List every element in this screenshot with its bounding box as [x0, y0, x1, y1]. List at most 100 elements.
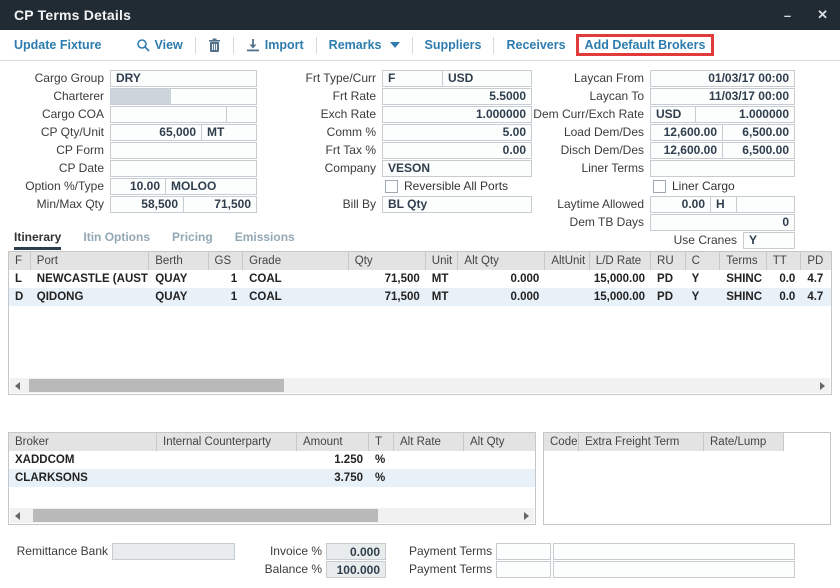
- payment-terms-label: Payment Terms: [409, 561, 492, 578]
- col-alt-rate[interactable]: Alt Rate: [394, 433, 464, 451]
- payment-terms-value-field[interactable]: [553, 543, 795, 560]
- option-pct-type-field[interactable]: 10.00MOLOO: [110, 178, 257, 195]
- charterer-field[interactable]: [110, 88, 257, 105]
- remittance-bank-label: Remittance Bank: [8, 543, 108, 560]
- col-alt-qty[interactable]: Alt Qty: [464, 433, 535, 451]
- liner-terms-field[interactable]: [650, 160, 795, 177]
- min-max-qty-field[interactable]: 58,50071,500: [110, 196, 257, 213]
- col-berth[interactable]: Berth: [149, 252, 208, 270]
- dem-curr-exch-label: Dem Curr/Exch Rate: [528, 107, 650, 121]
- tab-itin-options[interactable]: Itin Options: [83, 230, 150, 250]
- scroll-left-icon[interactable]: [10, 508, 25, 523]
- col-grade[interactable]: Grade: [243, 252, 349, 270]
- delete-button[interactable]: [208, 38, 221, 53]
- scroll-thumb[interactable]: [29, 379, 284, 392]
- form-column-middle: Frt Type/Curr FUSD Frt Rate 5.5000 Exch …: [290, 69, 535, 213]
- itinerary-row-load[interactable]: LNEWCASTLE (AUSTQUAY1COAL71,500MT0.00015…: [9, 270, 831, 288]
- scroll-left-icon[interactable]: [10, 378, 25, 393]
- view-button[interactable]: View: [136, 38, 183, 52]
- exch-rate-field[interactable]: 1.000000: [382, 106, 532, 123]
- dem-curr-exch-field[interactable]: USD1.000000: [650, 106, 795, 123]
- col-qty[interactable]: Qty: [349, 252, 426, 270]
- col-f[interactable]: F: [9, 252, 31, 270]
- cp-date-field[interactable]: [110, 160, 257, 177]
- cp-form-field[interactable]: [110, 142, 257, 159]
- col-pd[interactable]: PD: [801, 252, 831, 270]
- laycan-to-field[interactable]: 11/03/17 00:00: [650, 88, 795, 105]
- col-ld-rate[interactable]: L/D Rate: [590, 252, 651, 270]
- tab-itinerary[interactable]: Itinerary: [14, 230, 61, 250]
- frt-rate-field[interactable]: 5.5000: [382, 88, 532, 105]
- form-column-right: Laycan From 01/03/17 00:00 Laycan To 11/…: [528, 69, 796, 249]
- broker-header-row: Broker Internal Counterparty Amount T Al…: [9, 433, 535, 451]
- col-tt[interactable]: TT: [767, 252, 802, 270]
- laycan-from-field[interactable]: 01/03/17 00:00: [650, 70, 795, 87]
- itinerary-header-row: F Port Berth GS Grade Qty Unit Alt Qty A…: [9, 252, 831, 270]
- payment-terms-value-field[interactable]: [553, 561, 795, 578]
- cp-qty-field[interactable]: 65,000MT: [110, 124, 257, 141]
- col-port[interactable]: Port: [31, 252, 149, 270]
- search-icon: [136, 38, 150, 52]
- broker-row[interactable]: XADDCOM1.250%: [9, 451, 535, 469]
- tab-emissions[interactable]: Emissions: [235, 230, 295, 250]
- bill-by-field[interactable]: BL Qty: [382, 196, 532, 213]
- comm-pct-field[interactable]: 5.00: [382, 124, 532, 141]
- frt-type-curr-field[interactable]: FUSD: [382, 70, 532, 87]
- col-rate-lump[interactable]: Rate/Lump: [704, 433, 784, 451]
- itinerary-hscrollbar[interactable]: [10, 378, 830, 393]
- remarks-dropdown[interactable]: Remarks: [329, 38, 400, 52]
- form-column-left: Cargo Group DRY Charterer Cargo COA CP Q…: [8, 69, 258, 213]
- tab-pricing[interactable]: Pricing: [172, 230, 213, 250]
- col-broker[interactable]: Broker: [9, 433, 157, 451]
- disch-dem-des-label: Disch Dem/Des: [528, 143, 650, 157]
- liner-cargo-checkbox[interactable]: [653, 180, 666, 193]
- col-internal-counterparty[interactable]: Internal Counterparty: [157, 433, 297, 451]
- disch-dem-des-field[interactable]: 12,600.006,500.00: [650, 142, 795, 159]
- cargo-group-field[interactable]: DRY: [110, 70, 257, 87]
- comm-pct-label: Comm %: [290, 125, 382, 139]
- col-alt-qty[interactable]: Alt Qty: [458, 252, 545, 270]
- minimize-icon[interactable]: –: [784, 8, 791, 23]
- close-icon[interactable]: ✕: [817, 7, 828, 23]
- receivers-button[interactable]: Receivers: [506, 38, 565, 52]
- col-extra-freight-term[interactable]: Extra Freight Term: [579, 433, 704, 451]
- broker-row[interactable]: CLARKSONS3.750%: [9, 469, 535, 487]
- company-label: Company: [290, 161, 382, 175]
- col-t[interactable]: T: [369, 433, 394, 451]
- chevron-down-icon: [390, 42, 400, 48]
- col-amount[interactable]: Amount: [297, 433, 369, 451]
- col-c[interactable]: C: [686, 252, 721, 270]
- update-fixture-button[interactable]: Update Fixture: [14, 38, 102, 52]
- invoice-pct-label: Invoice %: [240, 543, 322, 560]
- scroll-right-icon[interactable]: [815, 378, 830, 393]
- broker-hscrollbar[interactable]: [10, 508, 534, 523]
- use-cranes-field[interactable]: Y: [743, 232, 795, 249]
- remittance-bank-field[interactable]: [112, 543, 235, 560]
- import-button[interactable]: Import: [246, 38, 304, 52]
- col-terms[interactable]: Terms: [720, 252, 766, 270]
- col-unit[interactable]: Unit: [426, 252, 459, 270]
- invoice-pct-field[interactable]: 0.000: [326, 543, 386, 560]
- frt-rate-label: Frt Rate: [290, 89, 382, 103]
- balance-pct-field[interactable]: 100.000: [326, 561, 386, 578]
- col-altunit[interactable]: AltUnit: [545, 252, 589, 270]
- load-dem-des-field[interactable]: 12,600.006,500.00: [650, 124, 795, 141]
- col-ru[interactable]: RU: [651, 252, 686, 270]
- use-cranes-label: Use Cranes: [528, 233, 743, 247]
- payment-terms-code-field[interactable]: [496, 543, 551, 560]
- laytime-allowed-field[interactable]: 0.00H: [650, 196, 795, 213]
- add-default-brokers-button[interactable]: Add Default Brokers: [585, 38, 706, 52]
- col-gs[interactable]: GS: [209, 252, 244, 270]
- scroll-right-icon[interactable]: [519, 508, 534, 523]
- suppliers-button[interactable]: Suppliers: [425, 38, 482, 52]
- payment-terms-code-field[interactable]: [496, 561, 551, 578]
- company-field[interactable]: VESON: [382, 160, 532, 177]
- cargo-coa-field[interactable]: [110, 106, 257, 123]
- col-code[interactable]: Code: [544, 433, 579, 451]
- reversible-all-ports-checkbox[interactable]: [385, 180, 398, 193]
- frt-tax-field[interactable]: 0.00: [382, 142, 532, 159]
- itinerary-row-discharge[interactable]: DQIDONGQUAY1COAL71,500MT0.00015,000.00PD…: [9, 288, 831, 306]
- dem-tb-days-field[interactable]: 0: [650, 214, 795, 231]
- scroll-thumb[interactable]: [33, 509, 378, 522]
- cargo-group-label: Cargo Group: [8, 71, 110, 85]
